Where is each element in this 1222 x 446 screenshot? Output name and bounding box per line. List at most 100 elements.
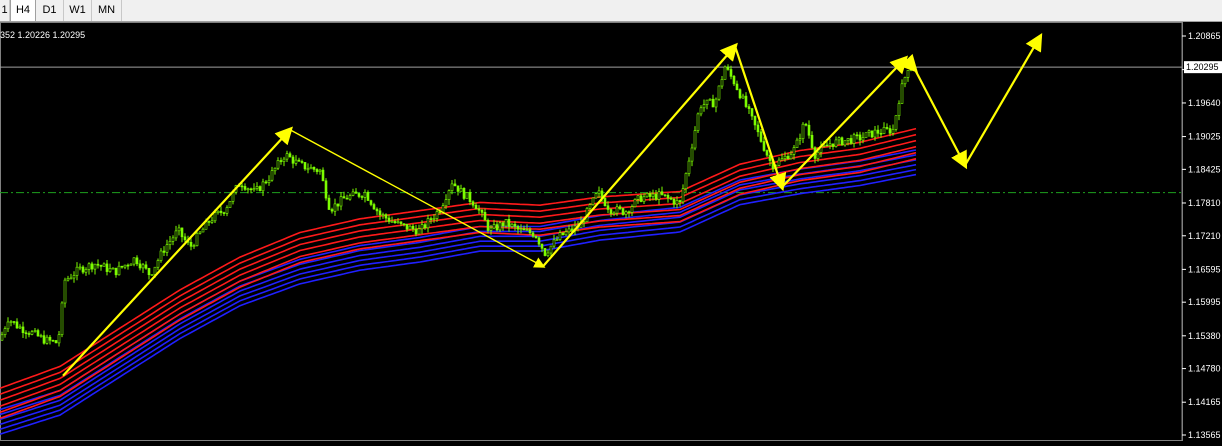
candle-body xyxy=(897,103,901,116)
candle-body xyxy=(705,99,709,105)
candle-body xyxy=(552,239,556,247)
candle-body xyxy=(789,154,793,160)
candle-body xyxy=(93,263,97,270)
candle-body xyxy=(396,221,400,224)
candle-body xyxy=(360,196,364,198)
candle-body xyxy=(702,104,706,109)
candle-body xyxy=(339,196,343,207)
candle-body xyxy=(312,167,316,170)
candle-body xyxy=(618,206,622,209)
candle-body xyxy=(489,227,493,231)
candle-body xyxy=(792,147,796,155)
candle-body xyxy=(249,188,253,191)
candle-body xyxy=(558,232,562,240)
candle-body xyxy=(765,150,769,156)
candle-body xyxy=(162,250,166,253)
candle-body xyxy=(654,193,658,200)
candle-body xyxy=(117,265,121,276)
candle-body xyxy=(111,267,115,270)
candle-body xyxy=(81,266,85,273)
candle-body xyxy=(906,69,910,78)
candle-body xyxy=(798,138,802,141)
candle-body xyxy=(849,138,853,144)
candle-body xyxy=(720,79,724,87)
timeframe-tab-h4[interactable]: H4 xyxy=(10,0,36,21)
candle-body xyxy=(390,221,394,223)
candle-body xyxy=(54,340,58,344)
timeframe-toolbar: 1 H4 D1 W1 MN xyxy=(0,0,1222,22)
timeframe-tab-w1[interactable]: W1 xyxy=(64,0,92,21)
candle-body xyxy=(876,129,880,134)
candle-body xyxy=(645,193,649,198)
candle-body xyxy=(468,192,472,202)
candle-body xyxy=(435,211,439,219)
candle-body xyxy=(807,124,811,136)
chart-canvas[interactable]: 1.208651.20251.196401.190251.184251.1781… xyxy=(0,22,1222,441)
candle-body xyxy=(858,134,862,141)
candle-body xyxy=(402,223,406,225)
candle-body xyxy=(240,185,244,188)
candle-body xyxy=(675,200,679,205)
candle-body xyxy=(546,252,550,256)
zigzag-arrow-1[interactable] xyxy=(62,126,293,377)
candle-body xyxy=(300,161,304,163)
timeframe-tab-1[interactable]: 1 xyxy=(0,0,10,21)
price-tick-label: 1.13565 xyxy=(1188,430,1221,440)
candle-body xyxy=(465,192,469,199)
candle-body xyxy=(567,228,571,233)
candle-body xyxy=(216,210,220,213)
candle-body xyxy=(252,188,256,191)
candle-body xyxy=(6,321,10,330)
candle-body xyxy=(30,331,34,335)
candle-body xyxy=(387,217,391,222)
candle-body xyxy=(297,159,301,162)
price-tick-label: 1.14780 xyxy=(1188,364,1221,374)
candle-body xyxy=(621,208,625,215)
candle-body xyxy=(681,188,685,203)
candle-body xyxy=(90,263,94,270)
candle-body xyxy=(744,95,748,107)
candle-body xyxy=(543,248,547,256)
candle-body xyxy=(609,209,613,214)
candle-body xyxy=(651,193,655,197)
candle-body xyxy=(504,219,508,227)
candle-body xyxy=(261,181,265,192)
candle-body xyxy=(381,214,385,216)
candle-body xyxy=(783,155,787,159)
candle-body xyxy=(684,173,688,189)
candle-body xyxy=(594,193,598,199)
candle-body xyxy=(591,197,595,205)
candle-body xyxy=(222,212,226,214)
price-chart[interactable]: 1.208651.20251.196401.190251.184251.1781… xyxy=(0,22,1222,441)
candle-body xyxy=(498,222,502,231)
candle-body xyxy=(534,236,538,239)
candle-body xyxy=(597,190,601,194)
timeframe-tab-d1[interactable]: D1 xyxy=(36,0,64,21)
zigzag-arrow-7[interactable] xyxy=(914,69,968,170)
candle-body xyxy=(336,203,340,207)
candle-body xyxy=(327,197,331,210)
zigzag-arrow-6[interactable] xyxy=(899,53,918,73)
candle-body xyxy=(375,208,379,212)
candle-body xyxy=(861,137,865,141)
candle-body xyxy=(279,160,283,162)
candle-body xyxy=(405,223,409,230)
candle-body xyxy=(363,192,367,198)
candle-body xyxy=(264,181,268,184)
candle-body xyxy=(630,206,634,213)
candle-body xyxy=(909,68,913,71)
candle-body xyxy=(753,115,757,126)
candle-body xyxy=(816,152,820,159)
timeframe-tab-mn[interactable]: MN xyxy=(92,0,122,21)
candle-body xyxy=(525,229,529,231)
zigzag-arrow-8[interactable] xyxy=(964,32,1043,166)
candle-body xyxy=(657,191,661,200)
candle-body xyxy=(432,218,436,220)
candle-body xyxy=(330,209,334,212)
candle-body xyxy=(189,242,193,247)
candle-body xyxy=(429,218,433,220)
candle-body xyxy=(285,153,289,160)
candle-body xyxy=(183,236,187,241)
zigzag-arrow-3[interactable] xyxy=(542,42,738,268)
candle-body xyxy=(606,205,610,210)
